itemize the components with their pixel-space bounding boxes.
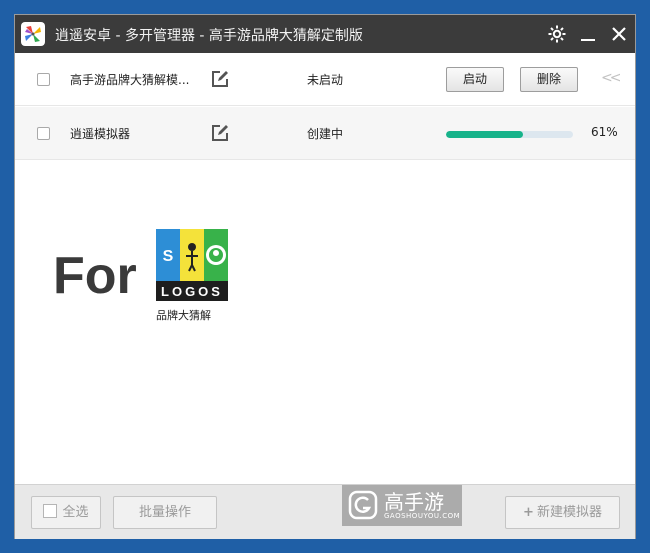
watermark-url: GAOSHOUYOU.COM [384,512,461,520]
instance-row: 逍遥模拟器 创建中 61% [15,107,635,160]
window-title: 逍遥安卓 - 多开管理器 - 高手游品牌大猜解定制版 [55,28,363,44]
select-all-label: 全选 [62,505,89,520]
gaoshouyou-watermark: 高手游 GAOSHOUYOU.COM [342,485,462,526]
instance-name: 高手游品牌大猜解模... [70,73,190,87]
start-button[interactable]: 启动 [446,67,504,92]
select-all-button[interactable]: 全选 [31,496,101,529]
instance-status: 未启动 [307,73,344,87]
settings-gear-icon[interactable] [547,24,567,44]
title-bar[interactable]: 逍遥安卓 - 多开管理器 - 高手游品牌大猜解定制版 [15,15,635,53]
close-icon[interactable] [609,24,629,44]
instance-checkbox[interactable] [37,127,50,140]
promo-for-text: For [53,247,137,305]
app-logo-icon [21,22,45,46]
progress-fill [446,131,524,138]
plus-icon: + [523,505,534,520]
game-caption: 品牌大猜解 [156,309,211,322]
progress-percent: 61% [591,125,618,139]
new-emulator-button[interactable]: + 新建模拟器 [505,496,620,529]
new-emulator-label: 新建模拟器 [536,505,602,520]
instance-status: 创建中 [307,127,344,141]
watermark-name: 高手游 [384,490,444,514]
instance-row: 高手游品牌大猜解模... 未启动 启动 删除 << [15,53,635,106]
edit-name-icon[interactable] [211,70,229,88]
batch-operation-button[interactable]: 批量操作 [113,496,217,529]
delete-button[interactable]: 删除 [520,67,578,92]
instance-checkbox[interactable] [37,73,50,86]
logo-s-letter: S [163,248,174,265]
minimize-icon[interactable] [578,24,598,44]
select-all-checkbox[interactable] [43,504,58,518]
logo-wordmark: LOGOS [161,284,223,299]
creation-progress-bar [446,131,573,138]
edit-name-icon[interactable] [211,124,229,142]
multi-instance-manager-window: 逍遥安卓 - 多开管理器 - 高手游品牌大猜解定制版 高手游品牌大猜解模... … [14,14,636,539]
bottom-toolbar: 全选 批量操作 高手游 GAOSHOUYOU.COM + 新建模拟器 [15,484,635,539]
logos-game-logo: S LOGOS [156,229,228,301]
watermark-logo-icon [348,490,378,520]
collapse-arrow-icon[interactable]: << [601,70,622,86]
instance-name: 逍遥模拟器 [70,127,131,141]
